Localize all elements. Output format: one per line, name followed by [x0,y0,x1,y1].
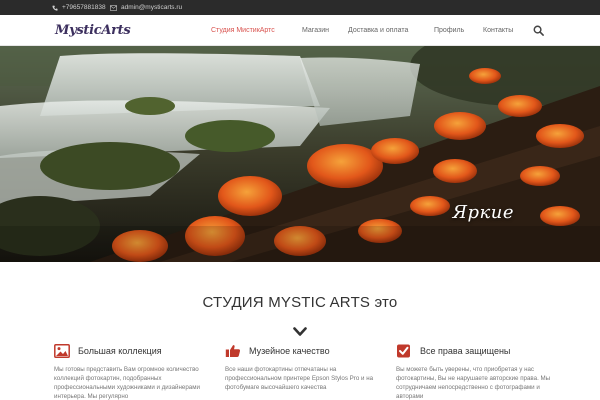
email-address: admin@mysticarts.ru [121,4,183,11]
site-logo[interactable]: MysticArts [55,19,131,41]
feature-text: Все наши фотокартины отпечатаны на профе… [225,366,374,391]
section-title: СТУДИЯ MYSTIC ARTS это [202,294,398,311]
top-contact-bar: +79657881838 admin@mysticarts.ru [0,0,600,15]
feature-quality: Музейное качество Все наши фотокартины о… [225,343,385,400]
hero-slider[interactable]: Яркие [0,46,600,262]
nav-item-delivery[interactable]: Доставка и оплата [348,15,408,46]
email-contact[interactable]: admin@mysticarts.ru [110,0,182,15]
nav-item-shop[interactable]: Магазин [302,15,329,46]
thumbs-up-icon [225,345,241,357]
phone-number: +79657881838 [62,4,106,11]
hero-image [0,46,600,262]
phone-icon [52,5,58,11]
feature-rights: Все права защищены Вы можете быть уверен… [396,343,556,400]
hero-caption: Яркие [452,202,514,223]
feature-title: Все права защищены [420,346,511,356]
phone-contact[interactable]: +79657881838 [52,0,106,15]
site-header: MysticArts Студия МистикАртс Магазин Дос… [0,15,600,46]
feature-collection: Большая коллекция Мы готовы представить … [54,343,214,400]
check-square-icon [397,344,410,358]
feature-title: Музейное качество [249,346,330,356]
chevron-down-icon[interactable] [293,327,307,337]
feature-text: Вы можете быть уверены, что приобретая у… [396,366,551,400]
picture-icon [54,344,70,358]
nav-item-profile[interactable]: Профиль [434,15,464,46]
nav-item-studio[interactable]: Студия МистикАртс [211,15,275,46]
envelope-icon [110,4,117,11]
logo-text: MysticArts [55,22,131,38]
feature-text: Мы готовы представить Вам огромное колич… [54,366,200,400]
feature-title: Большая коллекция [78,346,162,356]
nav-item-contacts[interactable]: Контакты [483,15,513,46]
search-icon[interactable] [533,25,544,36]
